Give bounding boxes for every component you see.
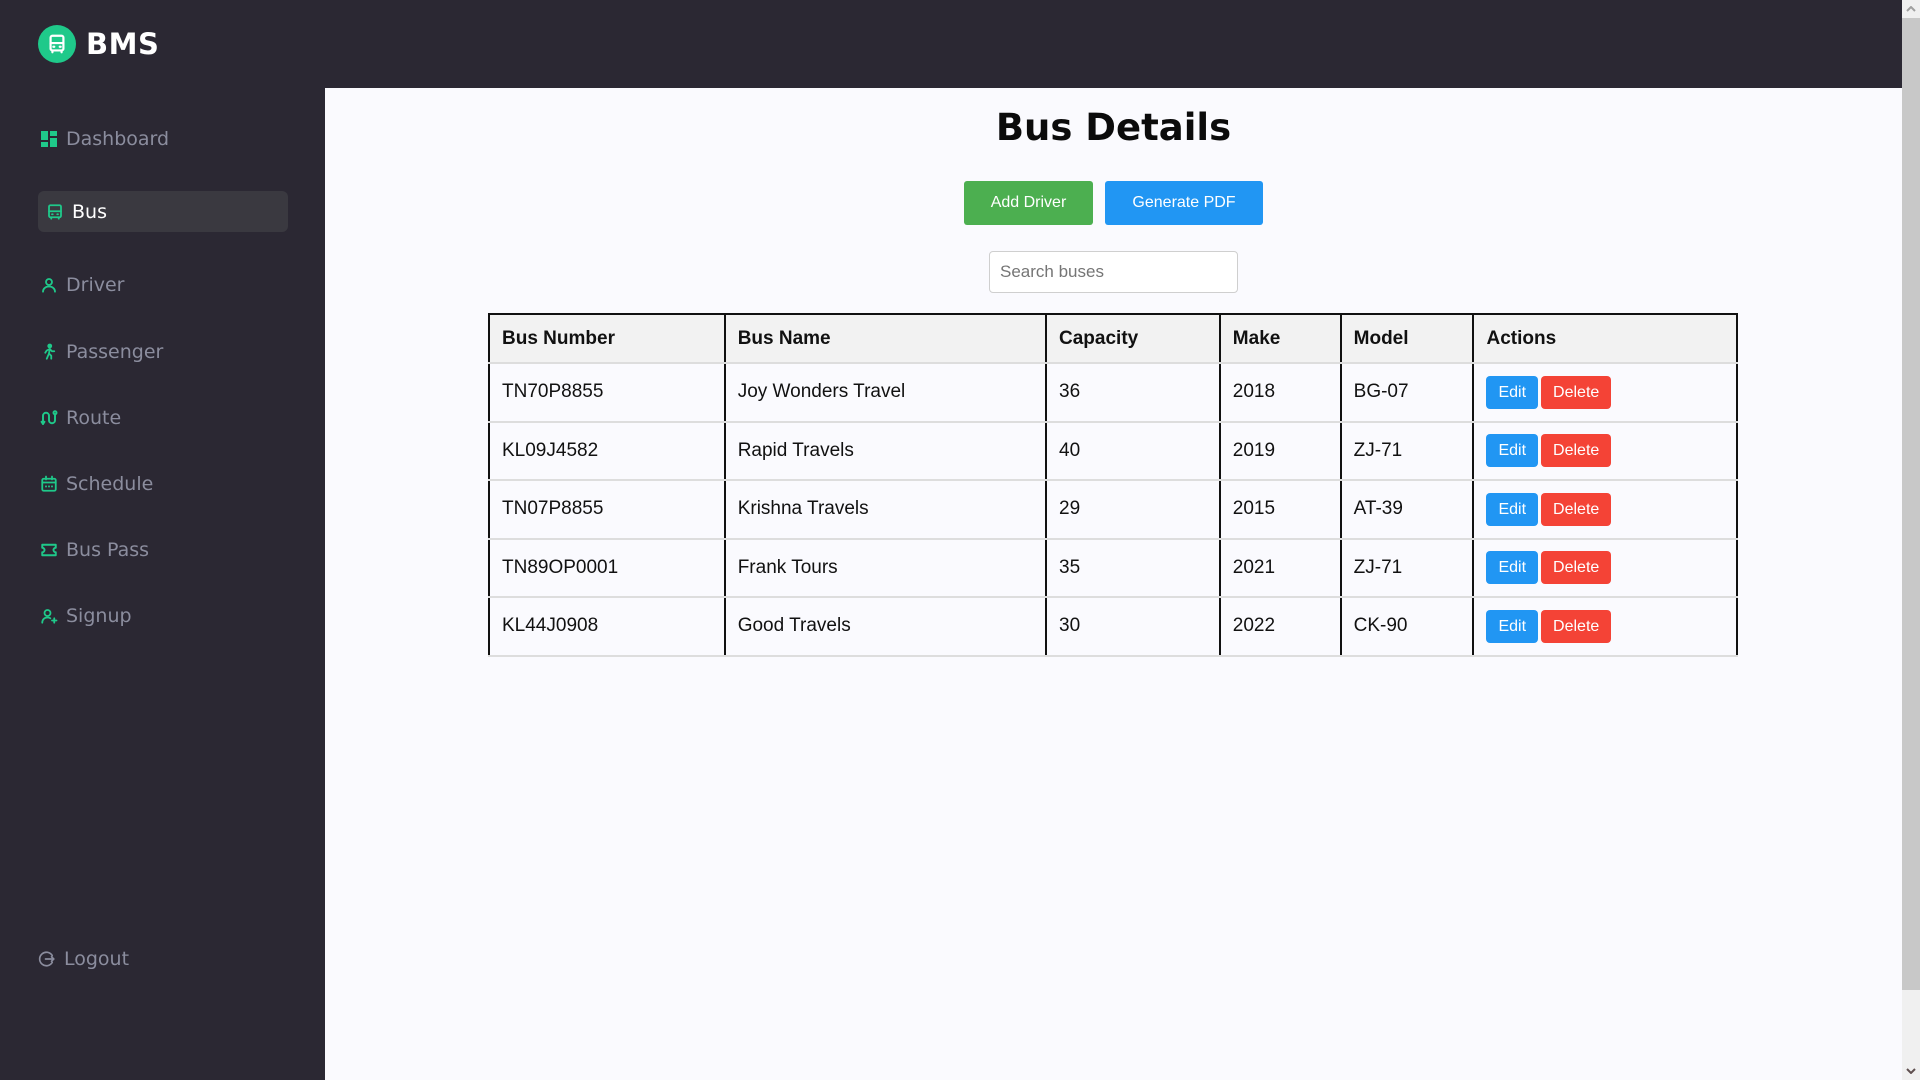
cell-bus-number: KL44J0908 — [488, 597, 726, 657]
column-header-actions: Actions — [1472, 313, 1738, 364]
delete-button[interactable]: Delete — [1541, 492, 1612, 526]
edit-button[interactable]: Edit — [1486, 492, 1539, 526]
sidebar-item-driver[interactable]: Driver — [38, 264, 288, 305]
sidebar-item-label: Bus Pass — [66, 538, 150, 561]
table-row: TN07P8855 Krishna Travels 29 2015 AT-39 Edit D… — [488, 480, 1738, 540]
column-header-model[interactable]: Model — [1339, 313, 1475, 364]
logout-button[interactable]: Logout — [38, 941, 129, 977]
delete-button[interactable]: Delete — [1541, 434, 1612, 468]
sidebar-item-label: Route — [66, 406, 122, 429]
user-plus-icon — [40, 607, 58, 625]
main-content: Bus Details Add Driver Generate PDF Bus … — [325, 88, 1902, 1080]
sidebar-item-label: Bus — [72, 200, 107, 223]
cell-make: 2022 — [1218, 597, 1342, 657]
sidebar: BMS Dashboard Bus Driver Passenger Route… — [0, 0, 325, 1080]
cell-make: 2015 — [1218, 480, 1342, 540]
sidebar-item-signup[interactable]: Signup — [38, 595, 288, 636]
sidebar-item-label: Driver — [66, 273, 125, 296]
search-input[interactable] — [989, 251, 1238, 293]
generate-pdf-button[interactable]: Generate PDF — [1105, 181, 1263, 225]
column-header-make[interactable]: Make — [1218, 313, 1342, 364]
cell-model: AT-39 — [1339, 480, 1475, 540]
cell-make: 2019 — [1218, 421, 1342, 481]
bus-table: Bus Number Bus Name Capacity Make Model … — [488, 313, 1738, 657]
table-header-row: Bus Number Bus Name Capacity Make Model … — [488, 313, 1738, 364]
vertical-scrollbar[interactable] — [1902, 0, 1920, 1080]
page-title: Bus Details — [995, 106, 1232, 149]
edit-button[interactable]: Edit — [1486, 551, 1539, 585]
cell-capacity: 36 — [1045, 363, 1221, 423]
cell-bus-name: Frank Tours — [723, 538, 1048, 598]
logo[interactable]: BMS — [38, 25, 159, 63]
bus-icon — [46, 203, 64, 221]
walking-person-icon — [40, 343, 58, 361]
cell-bus-number: TN70P8855 — [488, 363, 726, 423]
cell-make: 2018 — [1218, 363, 1342, 423]
logout-label: Logout — [64, 948, 130, 970]
column-header-bus-number[interactable]: Bus Number — [488, 313, 726, 364]
cell-make: 2021 — [1218, 538, 1342, 598]
dashboard-icon — [40, 130, 58, 148]
table-row: TN70P8855 Joy Wonders Travel 36 2018 BG-07 Ed… — [488, 363, 1738, 423]
cell-capacity: 29 — [1045, 480, 1221, 540]
cell-model: CK-90 — [1339, 597, 1475, 657]
cell-capacity: 40 — [1045, 421, 1221, 481]
cell-bus-number: TN07P8855 — [488, 480, 726, 540]
logout-icon — [38, 950, 56, 968]
cell-actions: Edit Delete — [1472, 421, 1738, 481]
sidebar-item-dashboard[interactable]: Dashboard — [38, 118, 288, 159]
sidebar-item-bus-pass[interactable]: Bus Pass — [38, 529, 288, 570]
cell-capacity: 35 — [1045, 538, 1221, 598]
table-body: TN70P8855 Joy Wonders Travel 36 2018 BG-07 Ed… — [488, 363, 1738, 657]
sidebar-item-route[interactable]: Route — [38, 397, 288, 438]
cell-model: BG-07 — [1339, 363, 1475, 423]
table-row: TN89OP0001 Frank Tours 35 2021 ZJ-71 Edit Dele… — [488, 538, 1738, 598]
cell-actions: Edit Delete — [1472, 538, 1738, 598]
sidebar-item-label: Passenger — [66, 340, 164, 363]
ticket-icon — [40, 541, 58, 559]
cell-actions: Edit Delete — [1472, 363, 1738, 423]
cell-bus-name: Joy Wonders Travel — [723, 363, 1048, 423]
scroll-up-arrow-icon[interactable] — [1902, 0, 1920, 18]
delete-button[interactable]: Delete — [1541, 609, 1612, 643]
sidebar-item-schedule[interactable]: Schedule — [38, 463, 288, 504]
bus-logo-icon — [38, 25, 76, 63]
scrollbar-thumb[interactable] — [1902, 18, 1920, 990]
column-header-bus-name[interactable]: Bus Name — [723, 313, 1048, 364]
cell-model: ZJ-71 — [1339, 538, 1475, 598]
cell-bus-name: Krishna Travels — [723, 480, 1048, 540]
cell-capacity: 30 — [1045, 597, 1221, 657]
logo-text: BMS — [86, 27, 160, 61]
delete-button[interactable]: Delete — [1541, 551, 1612, 585]
scroll-down-arrow-icon[interactable] — [1902, 1062, 1920, 1080]
cell-bus-name: Rapid Travels — [723, 421, 1048, 481]
cell-bus-number: KL09J4582 — [488, 421, 726, 481]
edit-button[interactable]: Edit — [1486, 375, 1539, 409]
table-row: KL09J4582 Rapid Travels 40 2019 ZJ-71 Edit Del… — [488, 421, 1738, 481]
sidebar-item-passenger[interactable]: Passenger — [38, 331, 288, 372]
sidebar-item-label: Schedule — [66, 472, 154, 495]
sidebar-item-label: Dashboard — [66, 127, 170, 150]
sidebar-item-label: Signup — [66, 604, 132, 627]
add-driver-button[interactable]: Add Driver — [964, 181, 1093, 225]
cell-bus-number: TN89OP0001 — [488, 538, 726, 598]
column-header-capacity[interactable]: Capacity — [1045, 313, 1221, 364]
table-row: KL44J0908 Good Travels 30 2022 CK-90 Edit Dele… — [488, 597, 1738, 657]
cell-actions: Edit Delete — [1472, 597, 1738, 657]
cell-model: ZJ-71 — [1339, 421, 1475, 481]
calendar-icon — [40, 475, 58, 493]
cell-actions: Edit Delete — [1472, 480, 1738, 540]
cell-bus-name: Good Travels — [723, 597, 1048, 657]
delete-button[interactable]: Delete — [1541, 375, 1612, 409]
top-bar — [325, 0, 1902, 88]
edit-button[interactable]: Edit — [1486, 609, 1539, 643]
route-icon — [40, 409, 58, 427]
sidebar-item-bus[interactable]: Bus — [38, 191, 288, 232]
edit-button[interactable]: Edit — [1486, 434, 1539, 468]
user-icon — [40, 276, 58, 294]
